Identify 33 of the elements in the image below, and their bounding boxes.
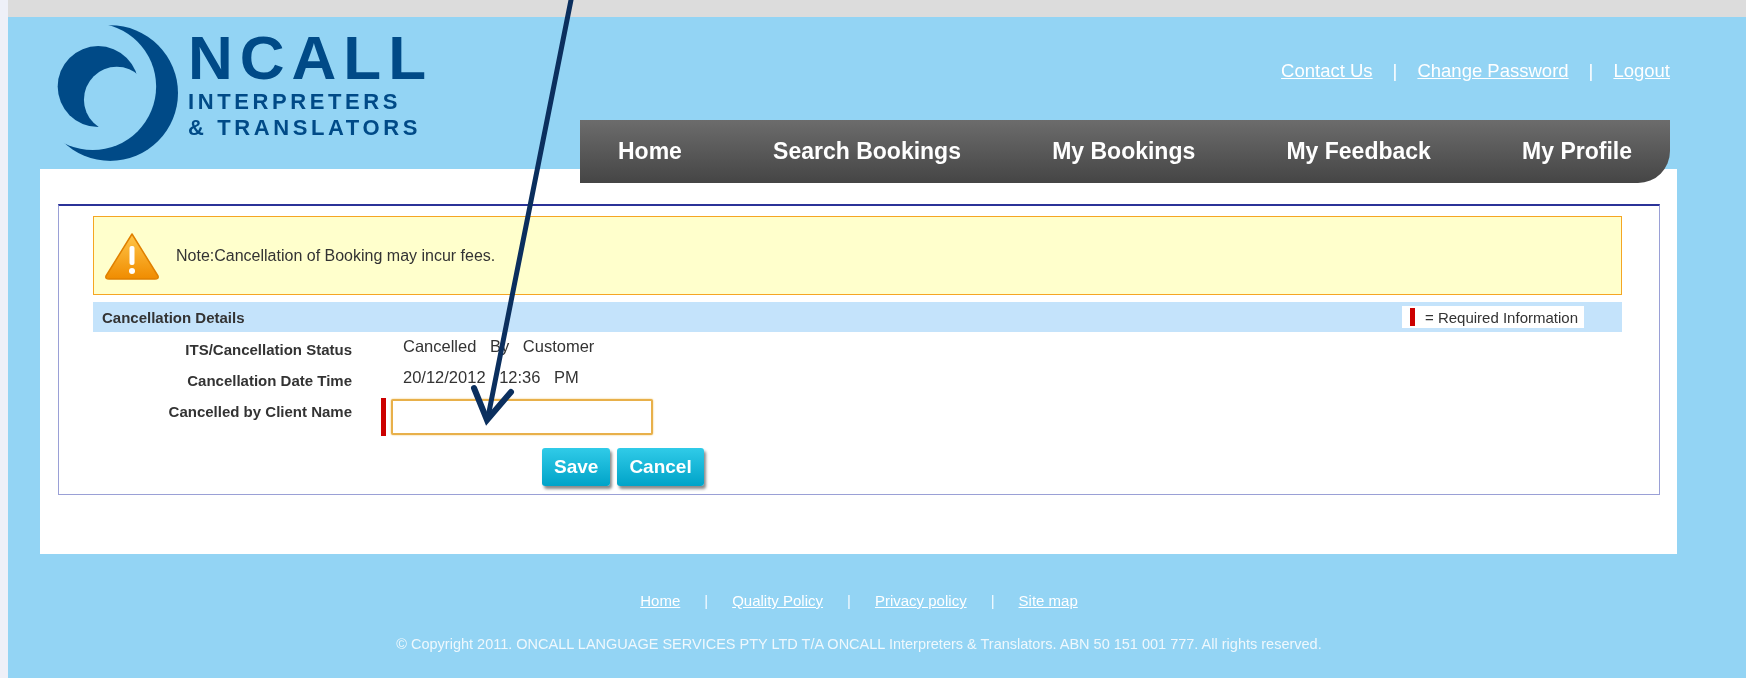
header-link[interactable]: Change Password: [1417, 60, 1569, 82]
footer-link[interactable]: Privacy policy: [874, 592, 967, 609]
footer-link[interactable]: Home: [640, 592, 681, 609]
link-separator: |: [1588, 60, 1594, 82]
form-button[interactable]: Cancel: [617, 448, 704, 486]
warning-icon: [104, 231, 160, 280]
header-link[interactable]: Contact Us: [1281, 60, 1373, 82]
required-marker-icon: [1410, 308, 1415, 326]
link-separator: |: [847, 592, 851, 609]
header-link[interactable]: Logout: [1613, 60, 1670, 82]
note-text: Note:Cancellation of Booking may incur fees.: [176, 246, 496, 265]
section-title: Cancellation Details: [102, 308, 245, 326]
nav-link[interactable]: My Feedback: [1286, 138, 1431, 165]
link-separator: |: [990, 592, 995, 609]
footer-link[interactable]: Quality Policy: [732, 592, 824, 609]
link-separator: |: [1392, 60, 1398, 82]
logo-tagline: INTERPRETERS: [188, 89, 403, 115]
form-button[interactable]: Save: [542, 448, 611, 486]
field-value: 20/12/2012 12:36 PM: [402, 367, 580, 387]
input-field[interactable]: [391, 399, 653, 435]
nav-link[interactable]: My Bookings: [1052, 138, 1196, 165]
nav-link[interactable]: Search Bookings: [773, 138, 961, 165]
legend-text: = Required Information: [1425, 308, 1578, 326]
field-label: ITS/Cancellation Status: [184, 340, 352, 359]
logo-tagline: & TRANSLATORS: [188, 115, 422, 141]
nav-link[interactable]: Home: [618, 138, 682, 165]
link-separator: |: [704, 592, 709, 609]
field-label: Cancellation Date Time: [186, 371, 352, 390]
footer-link[interactable]: Site map: [1018, 592, 1078, 609]
copyright-text: © Copyright 2011. ONCALL LANGUAGE SERVICES PTY LTD T/A ONCALL Interpreters & Translators. ABN 50 151 001 777. All rights reserved.: [396, 636, 1322, 652]
logo-wordmark: NCALL: [188, 27, 434, 89]
nav-link[interactable]: My Profile: [1522, 138, 1632, 165]
field-label: Cancelled by Client Name: [167, 402, 352, 421]
